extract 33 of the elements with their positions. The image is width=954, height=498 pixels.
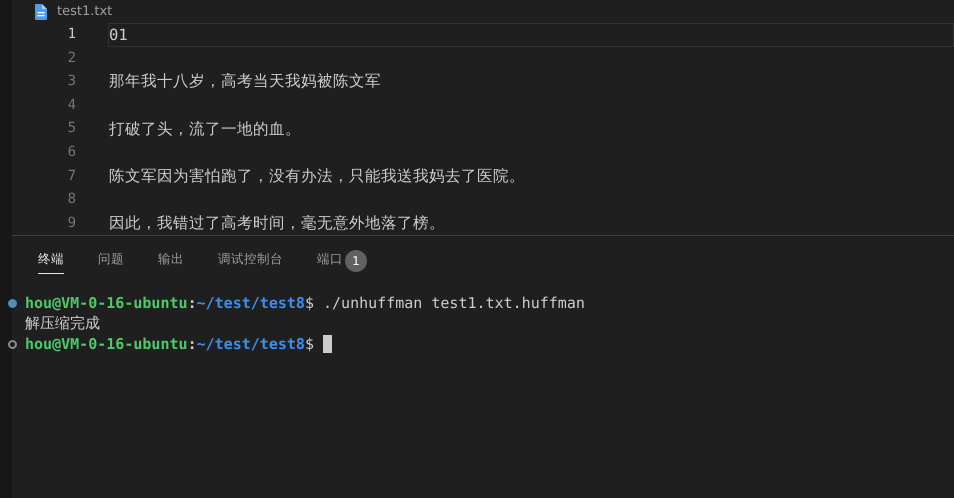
panel-tab[interactable]: 端口 xyxy=(317,247,343,274)
line-number: 2 xyxy=(66,48,76,68)
prompt-colon: : xyxy=(188,335,197,354)
code-text: 因此，我错过了高考时间，毫无意外地落了榜。 xyxy=(109,213,445,234)
line-number: 8 xyxy=(66,190,76,210)
prompt-path: ~/test/test8 xyxy=(196,335,305,354)
line-number: 6 xyxy=(66,142,76,162)
code-text: 那年我十八岁，高考当天我妈被陈文军 xyxy=(109,71,381,92)
line-number: 4 xyxy=(66,96,76,115)
prompt-user: hou@VM-0-16-ubuntu xyxy=(25,335,188,354)
file-icon xyxy=(35,4,47,20)
line-number: 9 xyxy=(66,214,76,233)
code-text: 陈文军因为害怕跑了，没有办法，只能我送我妈去了医院。 xyxy=(109,166,525,187)
code-text: 01 xyxy=(109,26,128,44)
panel-tab[interactable]: 问题 xyxy=(98,247,124,274)
command-status-ring[interactable] xyxy=(8,340,17,349)
line-number: 1 xyxy=(66,25,76,44)
line-number: 7 xyxy=(66,166,76,186)
prompt-colon: : xyxy=(188,294,197,312)
count-badge: 1 xyxy=(345,250,367,272)
line-number: 3 xyxy=(66,72,76,92)
line-number: 5 xyxy=(66,119,76,138)
panel-tab[interactable]: 输出 xyxy=(158,247,184,274)
code-text: 打破了头，流了一地的血。 xyxy=(109,118,301,140)
panel-tab[interactable]: 终端 xyxy=(38,247,64,274)
output-text: 解压缩完成 xyxy=(25,314,100,334)
editor-tab[interactable]: test1.txt xyxy=(12,0,112,23)
prompt-path: ~/test/test8 xyxy=(196,294,305,312)
panel-tab[interactable]: 调试控制台 xyxy=(218,247,283,274)
command-text: ./unhuffman test1.txt.huffman xyxy=(323,294,585,312)
prompt-symbol: $ xyxy=(304,335,314,354)
prompt-user: hou@VM-0-16-ubuntu xyxy=(25,294,188,312)
prompt-symbol: $ xyxy=(304,294,314,312)
